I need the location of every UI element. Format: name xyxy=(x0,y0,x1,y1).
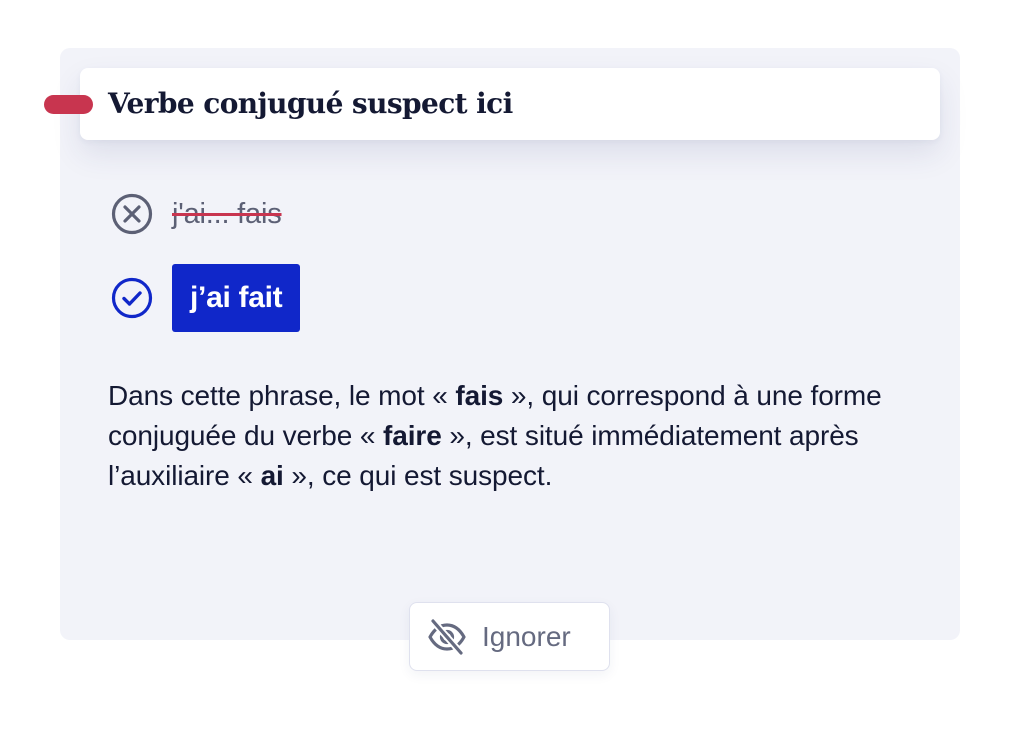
original-text-row: j'ai... fais xyxy=(110,192,282,236)
card-title: Verbe conjugué suspect ici xyxy=(108,87,513,120)
explanation-text: Dans cette phrase, le mot « fais », qui … xyxy=(108,376,918,496)
apply-suggestion-button[interactable]: j’ai fait xyxy=(172,264,301,332)
explanation-word-faire: faire xyxy=(383,420,442,451)
explanation-word-ai: ai xyxy=(260,460,284,491)
ignore-button[interactable]: Ignorer xyxy=(409,602,610,671)
stage: Verbe conjugué suspect ici j'ai... fais … xyxy=(0,0,1018,732)
explanation-word-fais: fais xyxy=(455,380,504,411)
suggestion-row: j’ai fait xyxy=(110,264,301,332)
original-text: j'ai... fais xyxy=(172,197,282,230)
error-marker xyxy=(44,95,93,114)
check-circle-icon xyxy=(111,277,153,319)
explanation-part-1: Dans cette phrase, le mot « xyxy=(108,380,456,411)
eye-off-icon xyxy=(428,617,466,656)
explanation-part-4: », ce qui est suspect. xyxy=(283,460,553,491)
x-circle-icon xyxy=(111,193,153,235)
ignore-label: Ignorer xyxy=(482,620,571,652)
